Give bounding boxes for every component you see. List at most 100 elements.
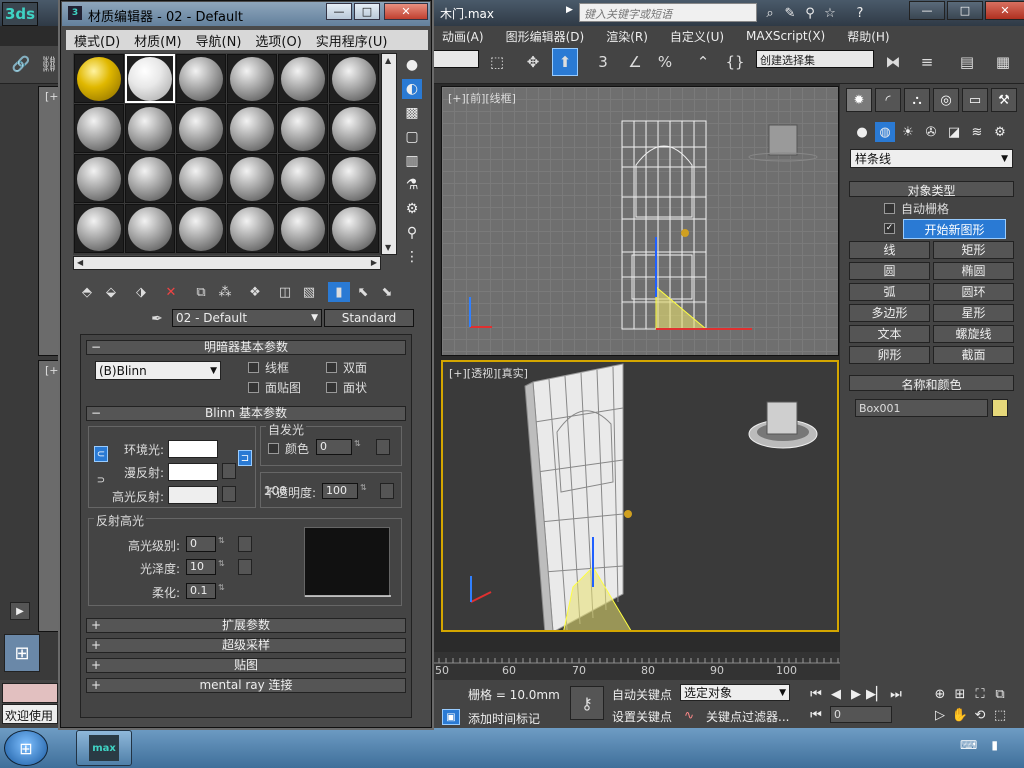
material-slot[interactable]	[329, 104, 379, 153]
section-button[interactable]: 截面	[933, 346, 1014, 364]
key-filter-curve-icon[interactable]: ∿	[684, 708, 694, 722]
face-map-checkbox[interactable]	[248, 382, 259, 393]
star-button[interactable]: 星形	[933, 304, 1014, 322]
make-preview-icon[interactable]: ⚗	[402, 175, 422, 195]
opacity-map-button[interactable]	[380, 483, 394, 499]
next-frame-icon[interactable]: ▶▏	[866, 684, 886, 704]
key-icon[interactable]: ⚷	[570, 686, 604, 720]
mental-ray-rollout[interactable]: + mental ray 连接	[86, 678, 406, 693]
ngon-button[interactable]: 多边形	[849, 304, 930, 322]
utilities-tab-icon[interactable]: ⚒	[991, 88, 1017, 112]
material-slot[interactable]	[227, 204, 277, 253]
snap-3d-icon[interactable]: 3	[590, 48, 616, 76]
material-slot[interactable]	[278, 154, 328, 203]
network-icon[interactable]: ▮	[991, 738, 998, 752]
shapes-icon[interactable]: ◍	[875, 122, 895, 142]
donut-button[interactable]: 圆环	[933, 283, 1014, 301]
favorites-icon[interactable]: ☆	[820, 3, 840, 23]
shader-type-dropdown[interactable]: (B)Blinn ▼	[95, 361, 221, 380]
zoom-extents-all-icon[interactable]: ⧉	[990, 684, 1010, 704]
maximize-button[interactable]: □	[947, 1, 983, 20]
taskbar-3dsmax-button[interactable]: max	[76, 730, 132, 766]
me-menu-modes[interactable]: 模式(D)	[74, 31, 120, 50]
material-slot[interactable]	[176, 54, 226, 103]
material-slot[interactable]	[176, 154, 226, 203]
specular-map-button[interactable]	[222, 486, 236, 502]
ribbon-icon[interactable]: ▦	[990, 48, 1016, 76]
material-slot[interactable]	[278, 104, 328, 153]
opacity-spinner[interactable]: 100	[322, 483, 358, 499]
go-to-parent-icon[interactable]: ⬉	[352, 282, 374, 302]
slots-vertical-scrollbar[interactable]: ▲ ▼	[381, 53, 397, 255]
supersampling-rollout[interactable]: + 超级采样	[86, 638, 406, 653]
glossiness-map-button[interactable]	[238, 559, 252, 575]
material-slot[interactable]	[329, 204, 379, 253]
communication-icon[interactable]: ⚲	[800, 3, 820, 23]
line-button[interactable]: 线	[849, 241, 930, 259]
material-slot[interactable]	[227, 54, 277, 103]
start-new-shape-button[interactable]: 开始新图形	[903, 219, 1006, 239]
maximize-viewport-icon[interactable]: ⬚	[990, 705, 1010, 725]
extended-params-rollout[interactable]: + 扩展参数	[86, 618, 406, 633]
cameras-icon[interactable]: ✇	[921, 122, 941, 142]
circle-button[interactable]: 圆	[849, 262, 930, 280]
align-icon[interactable]: ≡	[914, 48, 940, 76]
unlink-icon[interactable]: ⛓	[36, 50, 62, 78]
add-time-tag-label[interactable]: 添加时间标记	[468, 710, 540, 727]
material-slot[interactable]	[125, 104, 175, 153]
help-icon[interactable]: ?	[850, 3, 870, 23]
material-slot[interactable]	[125, 54, 175, 103]
edit-named-sel-icon[interactable]: {}	[722, 48, 748, 76]
self-illum-map-button[interactable]	[376, 439, 390, 455]
create-tab-icon[interactable]: ✹	[846, 88, 872, 112]
reset-map-icon[interactable]: ✕	[160, 282, 182, 302]
systems-icon[interactable]: ⚙	[990, 122, 1010, 142]
minimize-button[interactable]: —	[909, 1, 945, 20]
material-slot[interactable]	[278, 204, 328, 253]
mirror-icon[interactable]: ⧓	[880, 48, 906, 76]
me-minimize-button[interactable]: —	[326, 3, 352, 20]
spinner-arrows-icon[interactable]: ⇅	[218, 559, 225, 568]
specular-level-map-button[interactable]	[238, 536, 252, 552]
spinner-arrows-icon[interactable]: ⇅	[360, 483, 367, 492]
spacewarps-icon[interactable]: ≋	[967, 122, 987, 142]
rectangle-button[interactable]: 矩形	[933, 241, 1014, 259]
move-icon[interactable]: ✥	[520, 48, 546, 76]
shader-basic-rollout[interactable]: − 明暗器基本参数	[86, 340, 406, 355]
blinn-basic-rollout[interactable]: − Blinn 基本参数	[86, 406, 406, 421]
ellipse-button[interactable]: 椭圆	[933, 262, 1014, 280]
menu-help[interactable]: 帮助(H)	[847, 28, 889, 45]
tools-icon[interactable]: ✎	[780, 3, 800, 23]
material-slot[interactable]	[74, 204, 124, 253]
options-icon[interactable]: ⚙	[402, 199, 422, 219]
material-name-dropdown[interactable]: 02 - Default ▼	[172, 309, 322, 327]
link-icon[interactable]: 🔗	[8, 50, 34, 78]
search-input[interactable]: 键入关键字或短语	[579, 3, 757, 22]
helpers-icon[interactable]: ◪	[944, 122, 964, 142]
self-illum-spinner[interactable]: 0	[316, 439, 352, 455]
ambient-color-swatch[interactable]	[168, 440, 218, 458]
sample-uv-tiling-icon[interactable]: ▢	[402, 127, 422, 147]
faceted-checkbox[interactable]	[326, 382, 337, 393]
play-animation-icon[interactable]: ▶	[846, 684, 866, 704]
auto-key-button[interactable]: 自动关键点	[612, 686, 672, 703]
material-slot[interactable]	[74, 154, 124, 203]
scroll-down-icon[interactable]: ▼	[385, 243, 391, 252]
viewport-layout-icon[interactable]: ⊞	[4, 634, 40, 672]
object-color-swatch[interactable]	[992, 399, 1008, 417]
specular-level-spinner[interactable]: 0	[186, 536, 216, 552]
zoom-all-icon[interactable]: ⊞	[950, 684, 970, 704]
video-color-check-icon[interactable]: ▥	[402, 151, 422, 171]
me-menu-options[interactable]: 选项(O)	[255, 31, 301, 50]
me-menu-navigation[interactable]: 导航(N)	[196, 31, 242, 50]
scroll-left-icon[interactable]: ◀	[77, 258, 83, 267]
spinner-arrows-icon[interactable]: ⇅	[218, 536, 225, 545]
object-name-input[interactable]: Box001	[855, 399, 988, 417]
text-button[interactable]: 文本	[849, 325, 930, 343]
spinner-snap-icon[interactable]: ⌃	[690, 48, 716, 76]
get-material-icon[interactable]: ⬘	[76, 282, 98, 302]
material-navigator-icon[interactable]: ⋮	[402, 247, 422, 267]
binoculars-icon[interactable]: ⌕	[760, 3, 780, 23]
time-tag-icon[interactable]: ▣	[442, 709, 460, 725]
place-icon[interactable]: ⬆	[552, 48, 578, 76]
